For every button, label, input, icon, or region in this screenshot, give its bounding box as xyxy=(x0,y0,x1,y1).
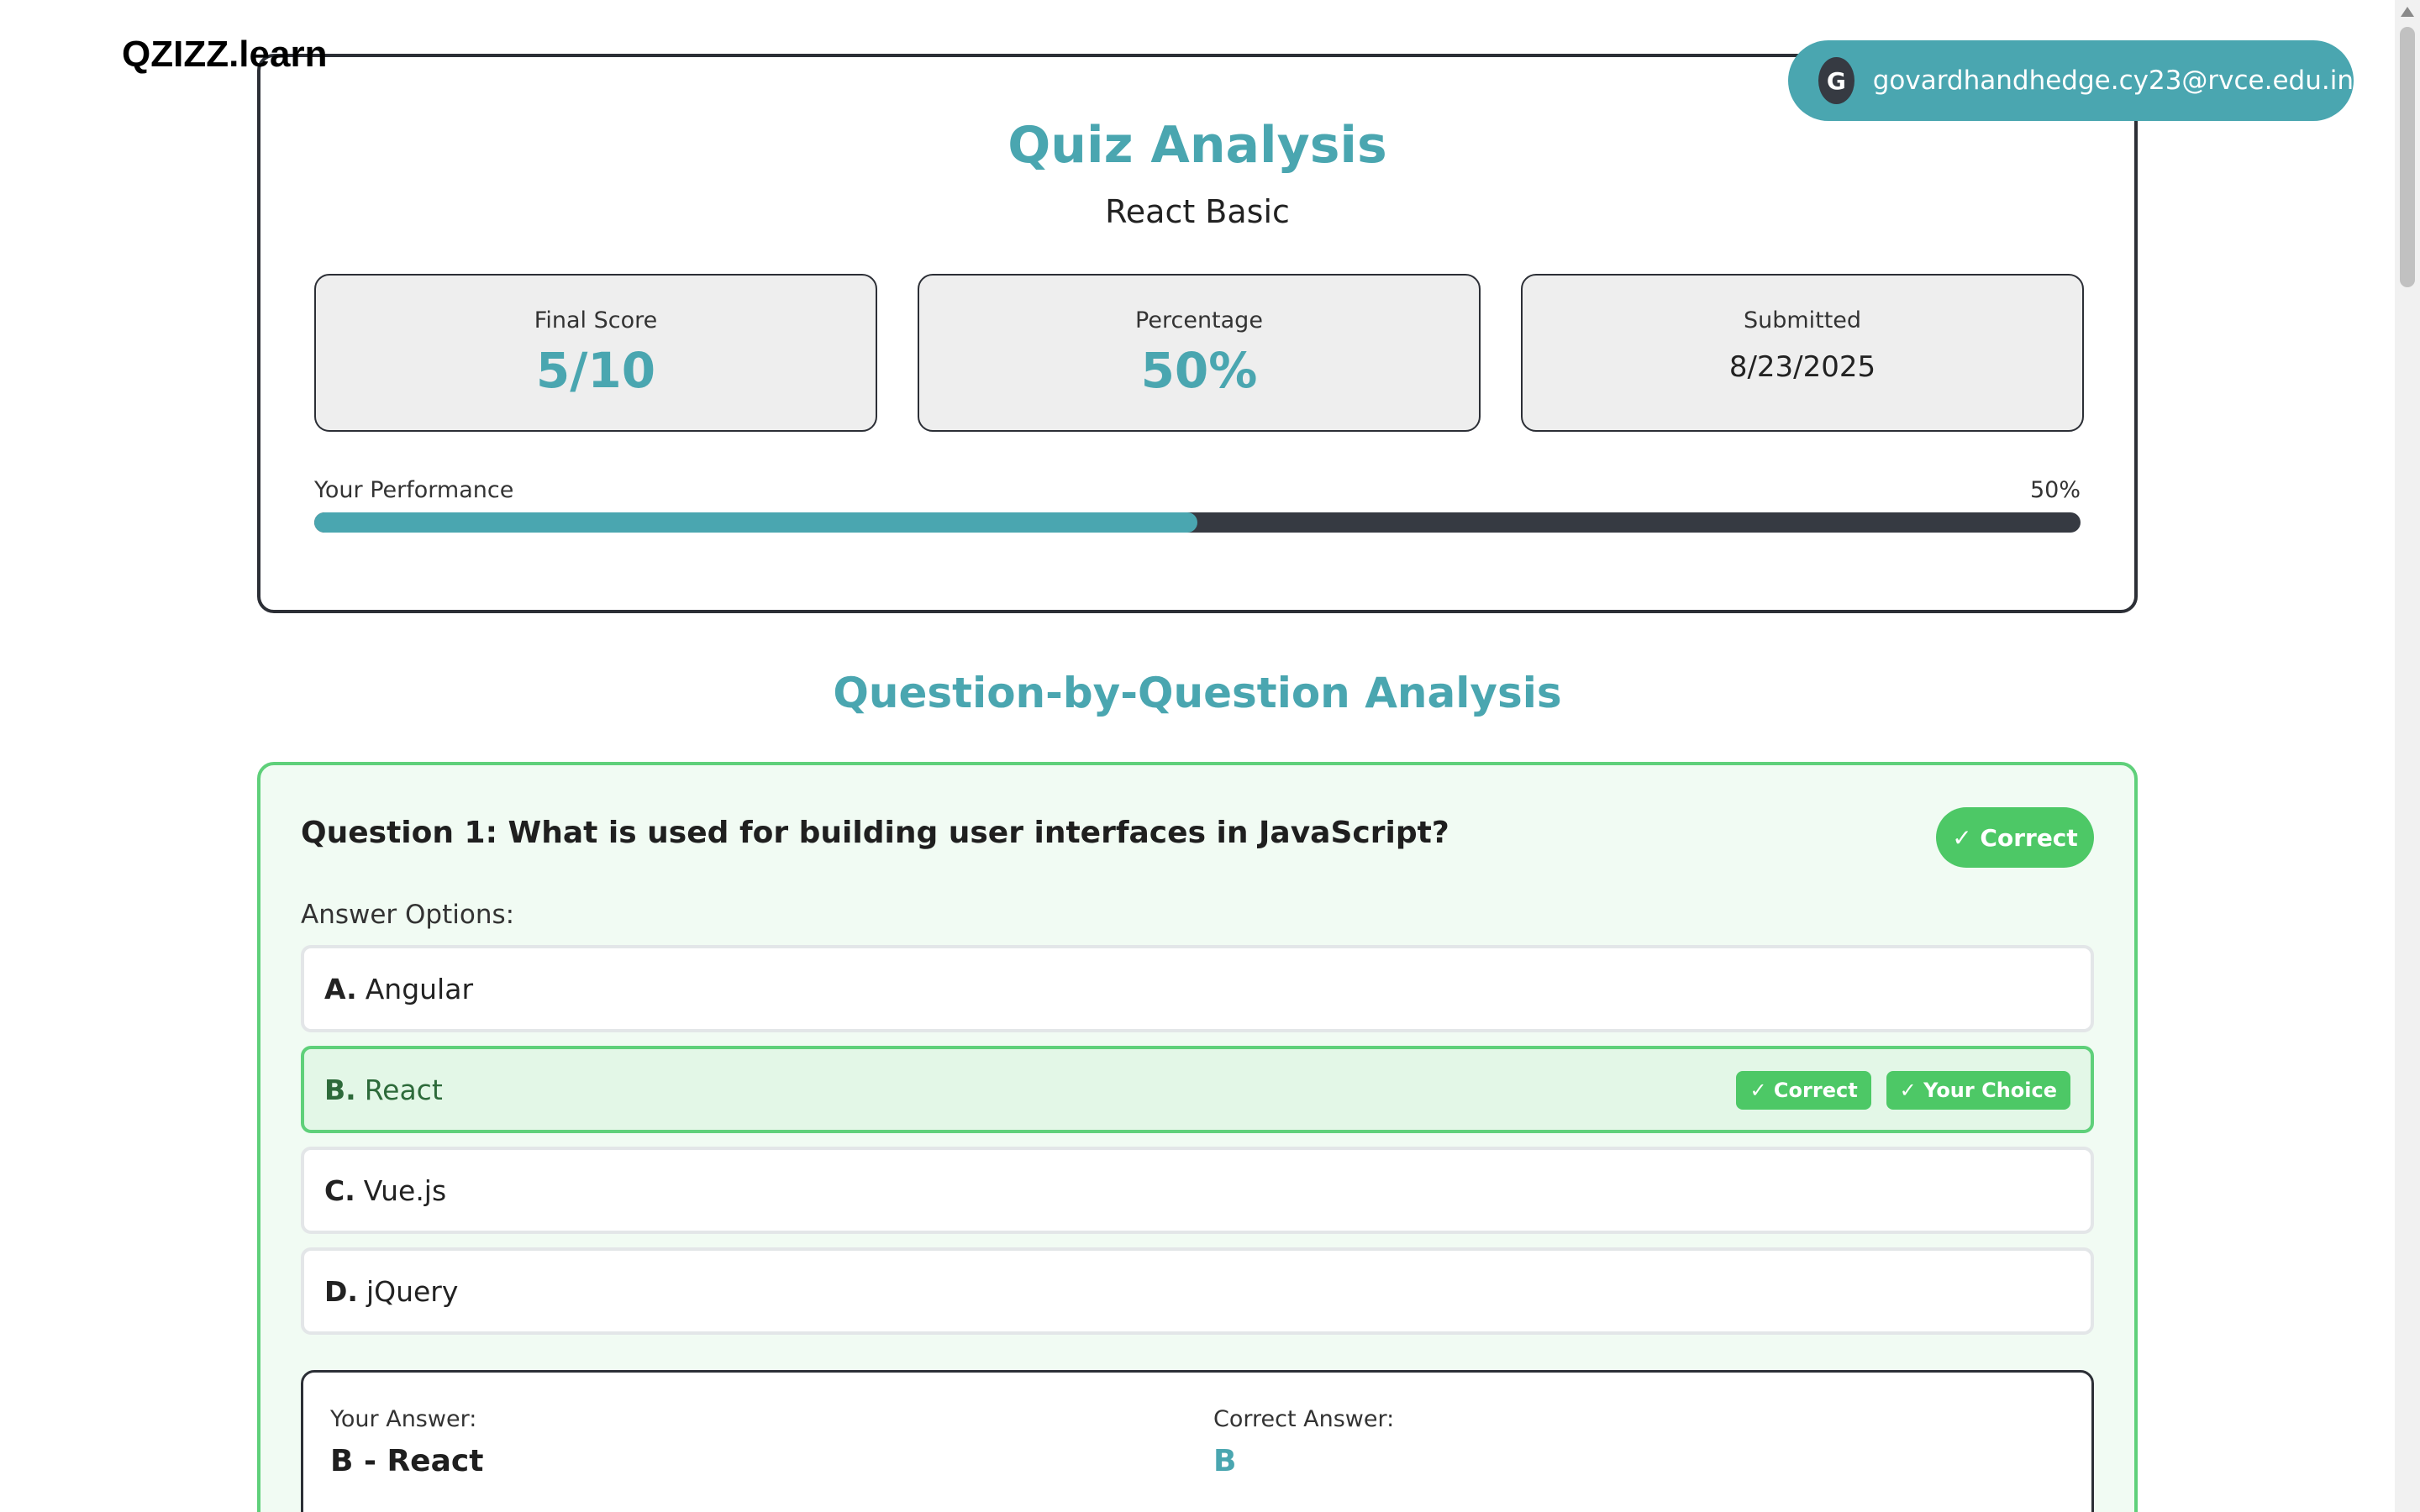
avatar: G xyxy=(1818,57,1854,104)
correct-answer-value: B xyxy=(1213,1444,1237,1478)
percentage-box: Percentage 50% xyxy=(918,274,1481,432)
answer-summary: Your Answer: B - React Correct Answer: B xyxy=(301,1370,2094,1512)
stat-label: Submitted xyxy=(1743,307,1862,333)
status-badge: ✓ Correct xyxy=(1936,807,2094,868)
option-text: Vue.js xyxy=(363,1173,447,1207)
submitted-date: 8/23/2025 xyxy=(1728,350,1876,384)
your-answer-label: Your Answer: xyxy=(330,1406,477,1432)
performance-progress-fill xyxy=(314,512,1197,533)
options-label: Answer Options: xyxy=(301,900,515,930)
your-choice-tag: ✓ Your Choice xyxy=(1886,1071,2070,1110)
option-b: B. React ✓ Correct ✓ Your Choice xyxy=(301,1046,2094,1133)
section-title: Question-by-Question Analysis xyxy=(833,669,1562,717)
performance-label: Your Performance xyxy=(314,477,514,503)
performance-value: 50% xyxy=(2029,477,2081,503)
final-score-box: Final Score 5/10 xyxy=(314,274,877,432)
your-answer-value: B - React xyxy=(330,1444,484,1478)
question-text: Question 1: What is used for building us… xyxy=(301,816,1449,850)
option-a: A. Angular xyxy=(301,945,2094,1032)
quiz-summary-card: Quiz Analysis React Basic Final Score 5/… xyxy=(257,54,2138,613)
option-letter: B. xyxy=(324,1073,356,1106)
user-menu-button[interactable]: G govardhandhedge.cy23@rvce.edu.in xyxy=(1788,40,2354,121)
option-text: jQuery xyxy=(366,1274,459,1308)
stat-label: Percentage xyxy=(1135,307,1263,333)
quiz-name: React Basic xyxy=(1105,193,1290,230)
final-score-value: 5/10 xyxy=(535,342,656,399)
option-text: Angular xyxy=(365,972,474,1005)
page-scrollbar[interactable] xyxy=(2395,0,2420,1512)
scroll-up-arrow-icon[interactable] xyxy=(2401,7,2414,17)
page-title: Quiz Analysis xyxy=(1007,116,1387,175)
option-letter: D. xyxy=(324,1274,358,1308)
scrollbar-thumb[interactable] xyxy=(2400,27,2415,287)
percentage-value: 50% xyxy=(1140,342,1258,399)
option-text: React xyxy=(364,1073,443,1106)
submitted-box: Submitted 8/23/2025 xyxy=(1521,274,2084,432)
correct-answer-label: Correct Answer: xyxy=(1213,1406,1395,1432)
user-email: govardhandhedge.cy23@rvce.edu.in xyxy=(1872,66,2354,96)
option-c: C. Vue.js xyxy=(301,1147,2094,1234)
performance-progress-bar xyxy=(314,512,2081,533)
correct-tag: ✓ Correct xyxy=(1736,1071,1871,1110)
option-d: D. jQuery xyxy=(301,1247,2094,1335)
option-letter: A. xyxy=(324,972,357,1005)
stat-label: Final Score xyxy=(534,307,658,333)
option-letter: C. xyxy=(324,1173,355,1207)
brand-logo[interactable]: QZIZZ.learn xyxy=(122,34,327,76)
question-card: Question 1: What is used for building us… xyxy=(257,762,2138,1512)
